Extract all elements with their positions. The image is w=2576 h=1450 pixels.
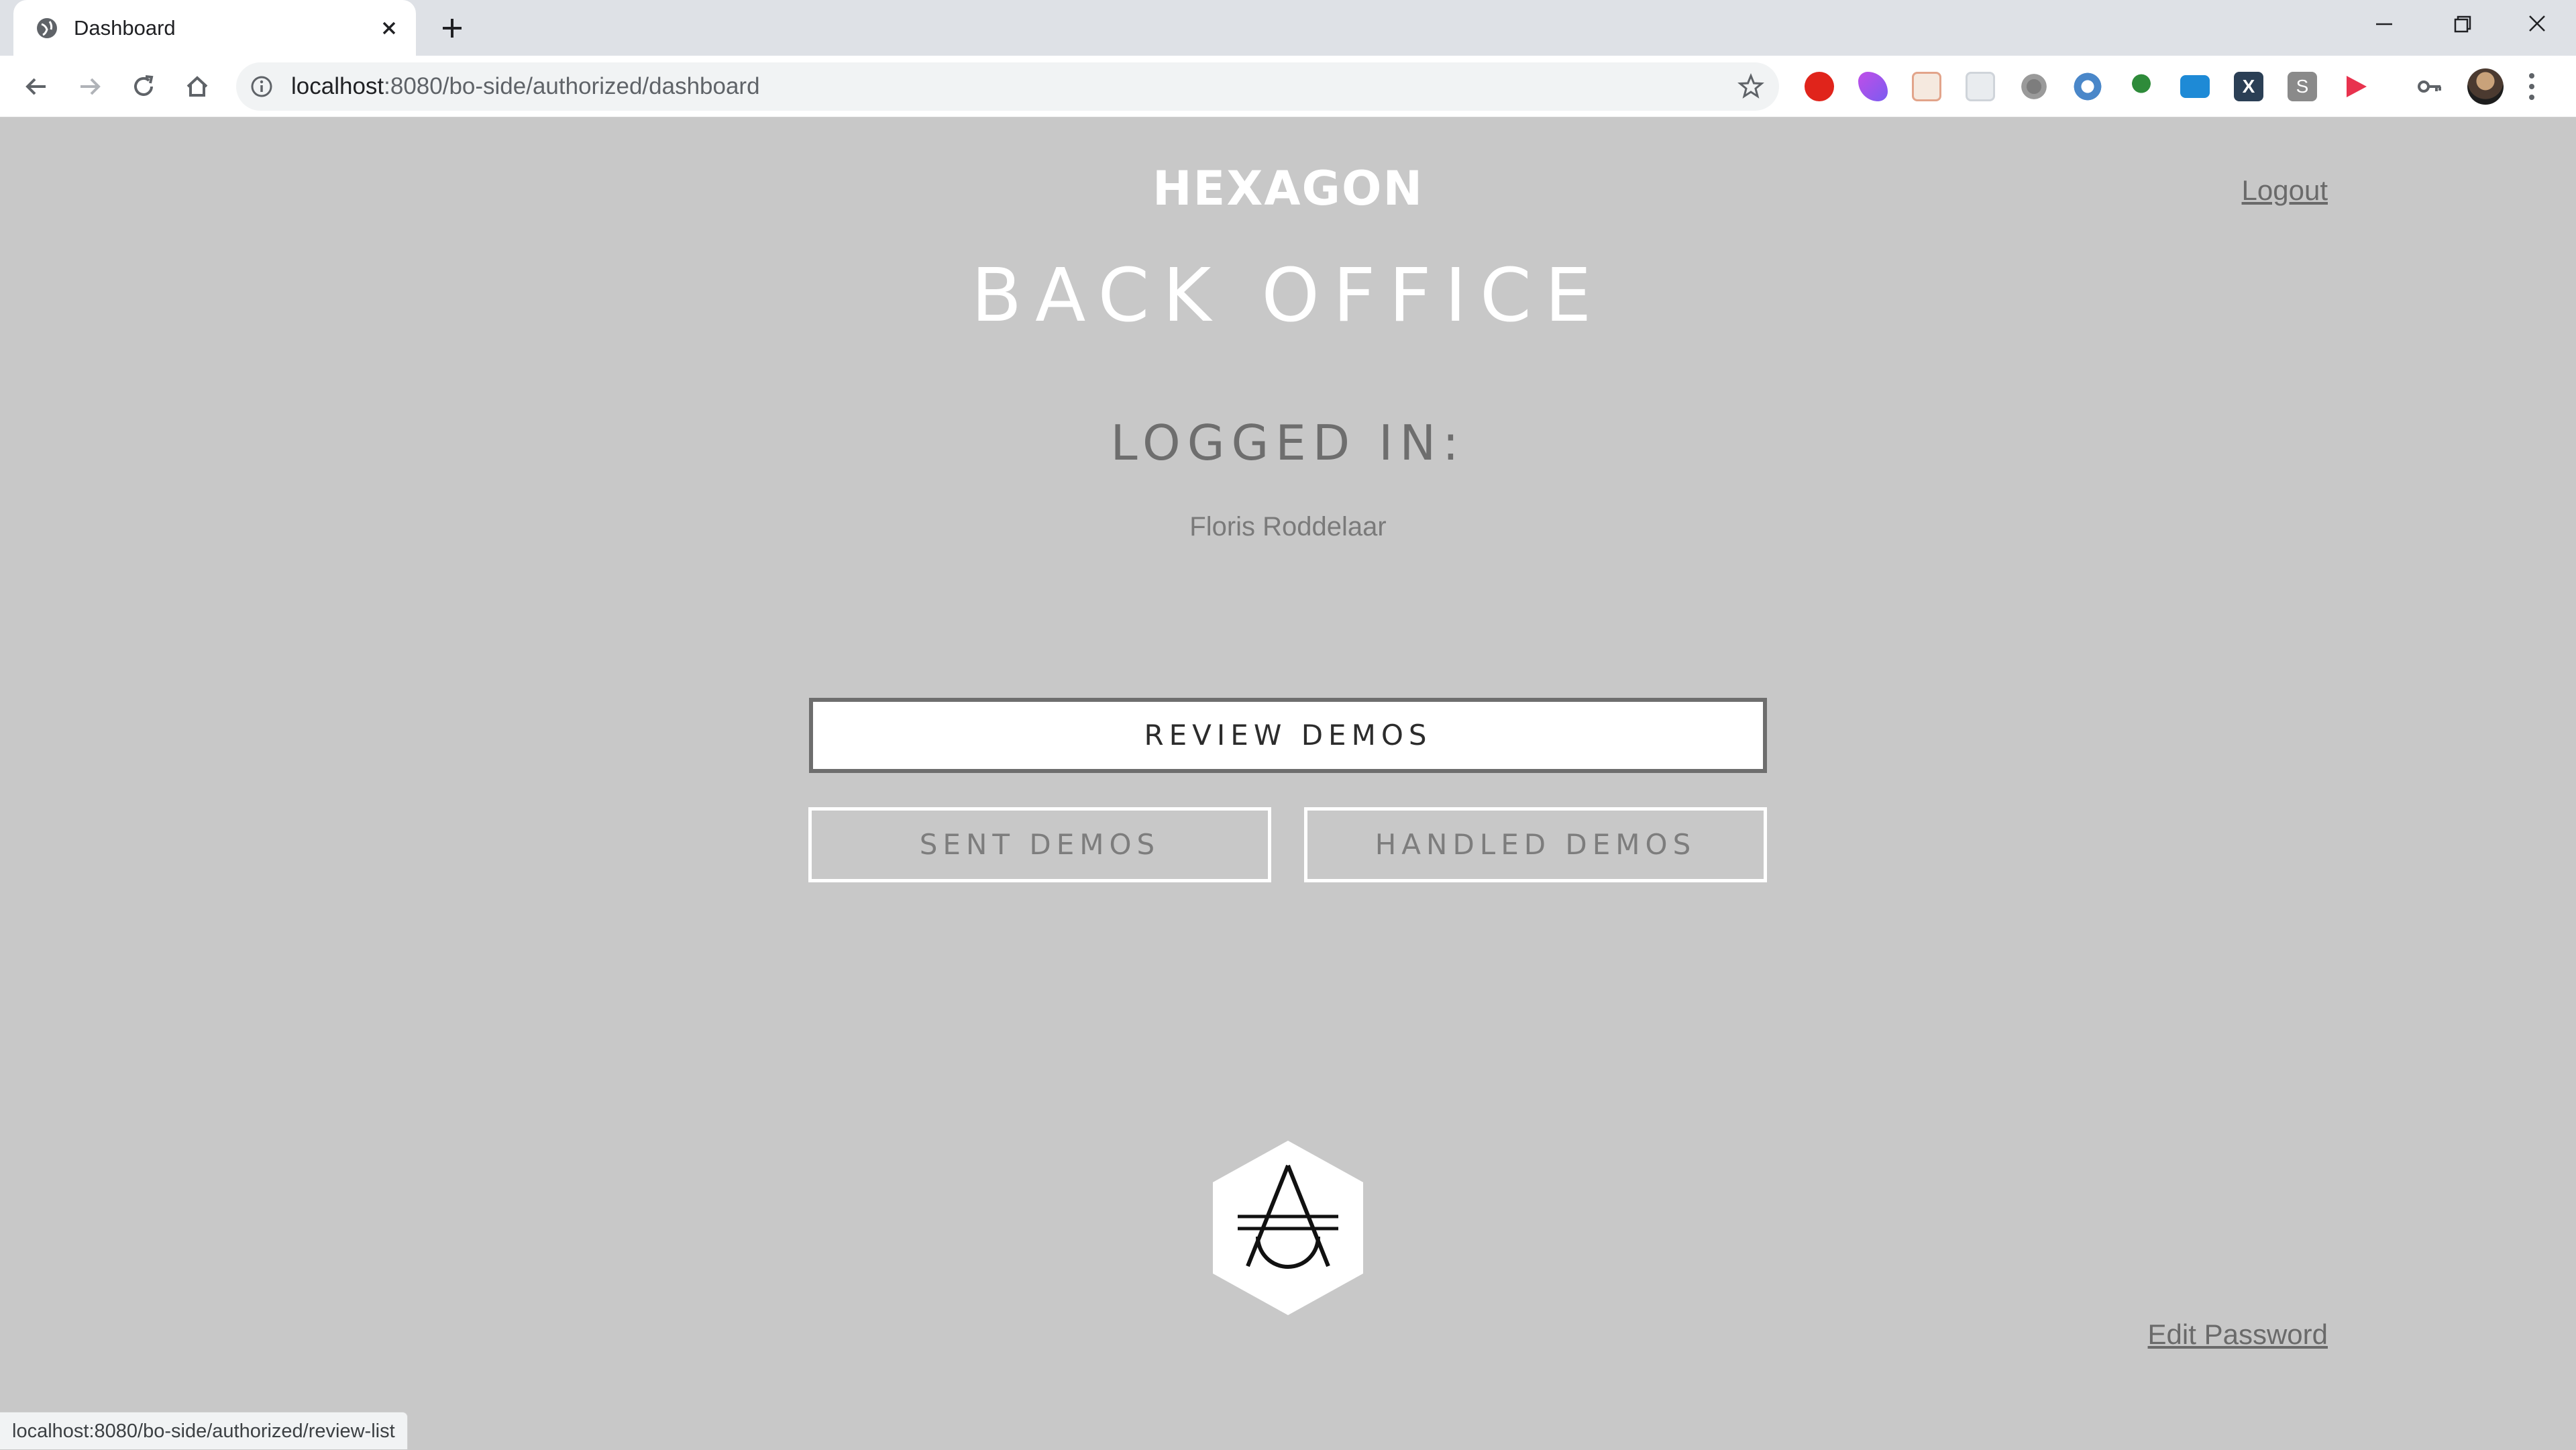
grid-icon[interactable] (1966, 72, 1995, 101)
tab-strip: Dashboard (0, 0, 2576, 56)
s-ext-icon[interactable]: S (2288, 72, 2317, 101)
home-icon[interactable] (181, 70, 213, 103)
review-demos-button[interactable]: REVIEW DEMOS (809, 698, 1767, 773)
page-content: HEXAGON Logout BACK OFFICE LOGGED IN: Fl… (0, 117, 2576, 1449)
settings-icon[interactable] (2019, 72, 2049, 101)
hexagon-logo: HEXAGON (1152, 161, 1424, 216)
new-tab-icon[interactable] (437, 13, 467, 43)
circle-ext-icon[interactable] (2073, 72, 2102, 101)
minimize-icon[interactable] (2364, 9, 2404, 39)
logout-link[interactable]: Logout (2241, 174, 2328, 207)
logged-in-label: LOGGED IN: (1110, 415, 1466, 471)
bookmark-star-icon[interactable] (1736, 72, 1766, 101)
username-text: Floris Roddelaar (1189, 512, 1387, 541)
profile-avatar[interactable] (2467, 68, 2504, 105)
x-ext-icon[interactable]: X (2234, 72, 2263, 101)
address-bar[interactable]: localhost:8080/bo-side/authorized/dashbo… (236, 62, 1779, 111)
status-bar-url: localhost:8080/bo-side/authorized/review… (0, 1412, 408, 1449)
kebab-menu-icon[interactable] (2526, 71, 2537, 102)
sent-demos-button[interactable]: SENT DEMOS (808, 807, 1271, 882)
forward-arrow-icon[interactable] (74, 70, 106, 103)
info-icon[interactable] (250, 74, 274, 99)
url-host: localhost (291, 73, 384, 99)
back-arrow-icon[interactable] (20, 70, 52, 103)
url-path: :8080/bo-side/authorized/dashboard (384, 73, 760, 99)
restore-icon[interactable] (2442, 9, 2482, 39)
globe-icon (37, 18, 57, 38)
close-icon[interactable] (376, 15, 402, 42)
browser-tab-active[interactable]: Dashboard (13, 0, 416, 56)
handled-demos-button[interactable]: HANDLED DEMOS (1304, 807, 1767, 882)
reload-icon[interactable] (127, 70, 160, 103)
tab-title: Dashboard (74, 16, 176, 40)
adblock-icon[interactable] (1805, 72, 1834, 101)
play-ext-icon[interactable] (2341, 72, 2371, 101)
plant-icon[interactable] (2127, 72, 2156, 101)
calendar-icon[interactable] (1912, 72, 1941, 101)
hexagon-emblem-icon (1213, 1141, 1363, 1315)
url-text[interactable]: localhost:8080/bo-side/authorized/dashbo… (291, 72, 760, 101)
window-close-icon[interactable] (2517, 9, 2557, 39)
key-icon[interactable] (2415, 72, 2445, 101)
monitor-icon[interactable] (2180, 75, 2210, 98)
edit-password-link[interactable]: Edit Password (2120, 1318, 2328, 1351)
page-title: BACK OFFICE (971, 252, 1605, 338)
